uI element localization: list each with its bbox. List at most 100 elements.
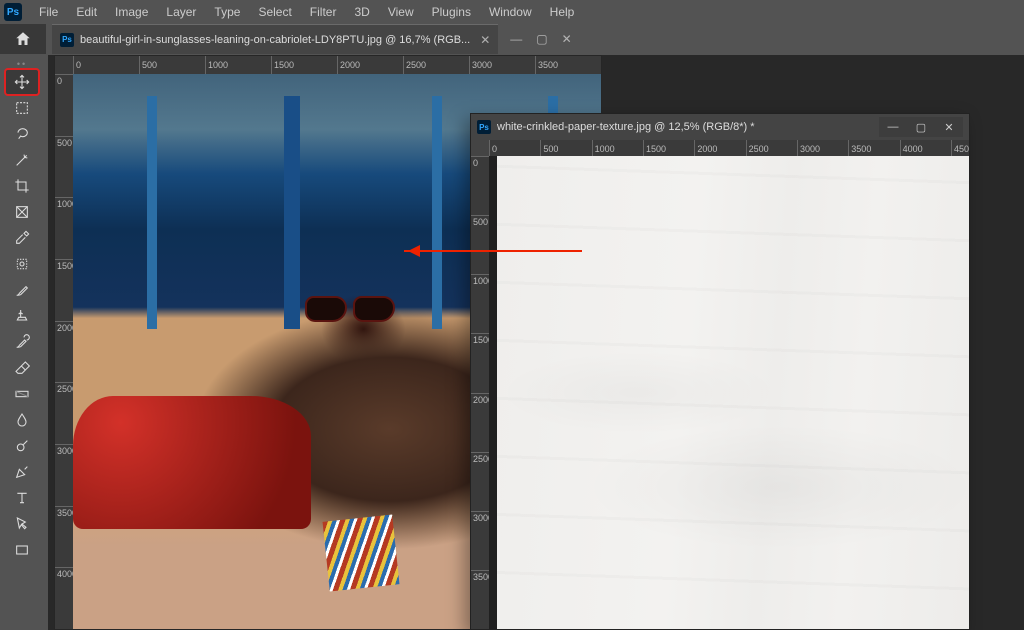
photo-column xyxy=(147,96,157,329)
paper-texture-image xyxy=(497,156,969,629)
horizontal-ruler[interactable]: 0 500 1000 1500 2000 2500 3000 3500 xyxy=(73,56,601,74)
ruler-tick: 2500 xyxy=(746,140,797,156)
horizontal-ruler[interactable]: 0 500 1000 1500 2000 2500 3000 3500 4000… xyxy=(489,140,969,156)
window-close-button[interactable]: ✕ xyxy=(935,117,963,137)
tools-panel: •• xyxy=(0,55,44,567)
photo-scarf xyxy=(323,515,400,592)
brush-tool[interactable] xyxy=(5,277,39,303)
ruler-tick: 2500 xyxy=(55,382,73,444)
document-window-controls: — ▢ ✕ xyxy=(498,24,583,54)
tab-close-icon[interactable]: ✕ xyxy=(480,33,490,47)
ruler-tick: 2000 xyxy=(55,321,73,383)
menu-file[interactable]: File xyxy=(30,0,67,24)
ruler-tick: 2500 xyxy=(471,452,489,511)
gradient-tool[interactable] xyxy=(5,381,39,407)
photo-car-seat xyxy=(73,396,311,529)
path-selection-tool[interactable] xyxy=(5,511,39,537)
ps-file-icon: Ps xyxy=(477,120,491,134)
menu-select[interactable]: Select xyxy=(249,0,300,24)
ruler-tick: 3000 xyxy=(797,140,848,156)
photo-sunglasses xyxy=(305,296,395,322)
type-tool[interactable] xyxy=(5,485,39,511)
menu-3d[interactable]: 3D xyxy=(345,0,378,24)
ruler-tick: 0 xyxy=(471,156,489,215)
ps-file-icon: Ps xyxy=(60,33,74,47)
ruler-tick: 4000 xyxy=(900,140,951,156)
dodge-tool[interactable] xyxy=(5,433,39,459)
window-minimize-button[interactable]: — xyxy=(879,117,907,137)
ruler-tick: 3000 xyxy=(471,511,489,570)
ruler-tick: 1500 xyxy=(271,56,337,74)
eraser-tool[interactable] xyxy=(5,355,39,381)
ruler-tick: 1000 xyxy=(55,197,73,259)
annotation-arrow xyxy=(404,250,582,252)
ruler-tick: 2000 xyxy=(694,140,745,156)
move-tool[interactable] xyxy=(5,69,39,95)
work-area: 0 500 1000 1500 2000 2500 3000 3500 0 50… xyxy=(48,55,1024,630)
spot-healing-brush-tool[interactable] xyxy=(5,251,39,277)
document-window-2[interactable]: Ps white-crinkled-paper-texture.jpg @ 12… xyxy=(470,113,970,630)
document-tab-1[interactable]: Ps beautiful-girl-in-sunglasses-leaning-… xyxy=(52,24,498,54)
tab-bar: Ps beautiful-girl-in-sunglasses-leaning-… xyxy=(0,24,1024,54)
menu-window[interactable]: Window xyxy=(480,0,541,24)
ruler-tick: 1500 xyxy=(643,140,694,156)
crop-tool[interactable] xyxy=(5,173,39,199)
ruler-tick: 0 xyxy=(489,140,540,156)
ruler-tick: 3500 xyxy=(55,506,73,568)
document-title: white-crinkled-paper-texture.jpg @ 12,5%… xyxy=(497,121,755,133)
menu-type[interactable]: Type xyxy=(205,0,249,24)
ruler-tick: 2000 xyxy=(471,393,489,452)
menu-bar: Ps File Edit Image Layer Type Select Fil… xyxy=(0,0,1024,24)
menu-filter[interactable]: Filter xyxy=(301,0,346,24)
vertical-ruler[interactable]: 0 500 1000 1500 2000 2500 3000 3500 4000 xyxy=(55,74,73,629)
home-icon xyxy=(14,30,32,48)
app-icon: Ps xyxy=(4,3,22,21)
ruler-tick: 500 xyxy=(540,140,591,156)
clone-stamp-tool[interactable] xyxy=(5,303,39,329)
frame-tool[interactable] xyxy=(5,199,39,225)
menu-plugins[interactable]: Plugins xyxy=(423,0,480,24)
eyedropper-tool[interactable] xyxy=(5,225,39,251)
minimize-button[interactable]: — xyxy=(510,32,522,46)
ruler-tick: 0 xyxy=(55,74,73,136)
ruler-tick: 1500 xyxy=(55,259,73,321)
photo-column xyxy=(284,96,300,329)
toolbar-collapse-grip[interactable]: •• xyxy=(0,59,44,69)
history-brush-tool[interactable] xyxy=(5,329,39,355)
ruler-tick: 500 xyxy=(55,136,73,198)
lasso-tool[interactable] xyxy=(5,121,39,147)
ruler-tick: 3500 xyxy=(848,140,899,156)
ruler-tick: 0 xyxy=(73,56,139,74)
menu-help[interactable]: Help xyxy=(541,0,584,24)
menu-edit[interactable]: Edit xyxy=(67,0,106,24)
ruler-tick: 2500 xyxy=(403,56,469,74)
document-titlebar[interactable]: Ps white-crinkled-paper-texture.jpg @ 12… xyxy=(471,114,969,140)
ruler-tick: 3000 xyxy=(55,444,73,506)
window-maximize-button[interactable]: ▢ xyxy=(907,117,935,137)
ruler-tick: 1500 xyxy=(471,333,489,392)
menu-layer[interactable]: Layer xyxy=(157,0,205,24)
close-button[interactable]: ✕ xyxy=(562,32,572,46)
ruler-tick: 3500 xyxy=(535,56,601,74)
ruler-tick: 1000 xyxy=(205,56,271,74)
magic-wand-tool[interactable] xyxy=(5,147,39,173)
menu-image[interactable]: Image xyxy=(106,0,157,24)
photo-column xyxy=(432,96,442,329)
vertical-ruler[interactable]: 0 500 1000 1500 2000 2500 3000 3500 xyxy=(471,156,489,629)
ruler-tick: 1000 xyxy=(471,274,489,333)
ruler-tick: 500 xyxy=(471,215,489,274)
ruler-tick: 1000 xyxy=(592,140,643,156)
ruler-tick: 500 xyxy=(139,56,205,74)
menu-view[interactable]: View xyxy=(379,0,423,24)
ruler-tick: 3500 xyxy=(471,570,489,629)
document-tab-title: beautiful-girl-in-sunglasses-leaning-on-… xyxy=(80,34,470,46)
maximize-button[interactable]: ▢ xyxy=(536,32,547,46)
pen-tool[interactable] xyxy=(5,459,39,485)
home-button[interactable] xyxy=(0,24,46,54)
rectangular-marquee-tool[interactable] xyxy=(5,95,39,121)
blur-tool[interactable] xyxy=(5,407,39,433)
ruler-tick: 2000 xyxy=(337,56,403,74)
rectangle-tool[interactable] xyxy=(5,537,39,563)
document-canvas-2[interactable] xyxy=(489,156,969,629)
ruler-tick: 450 xyxy=(951,140,969,156)
